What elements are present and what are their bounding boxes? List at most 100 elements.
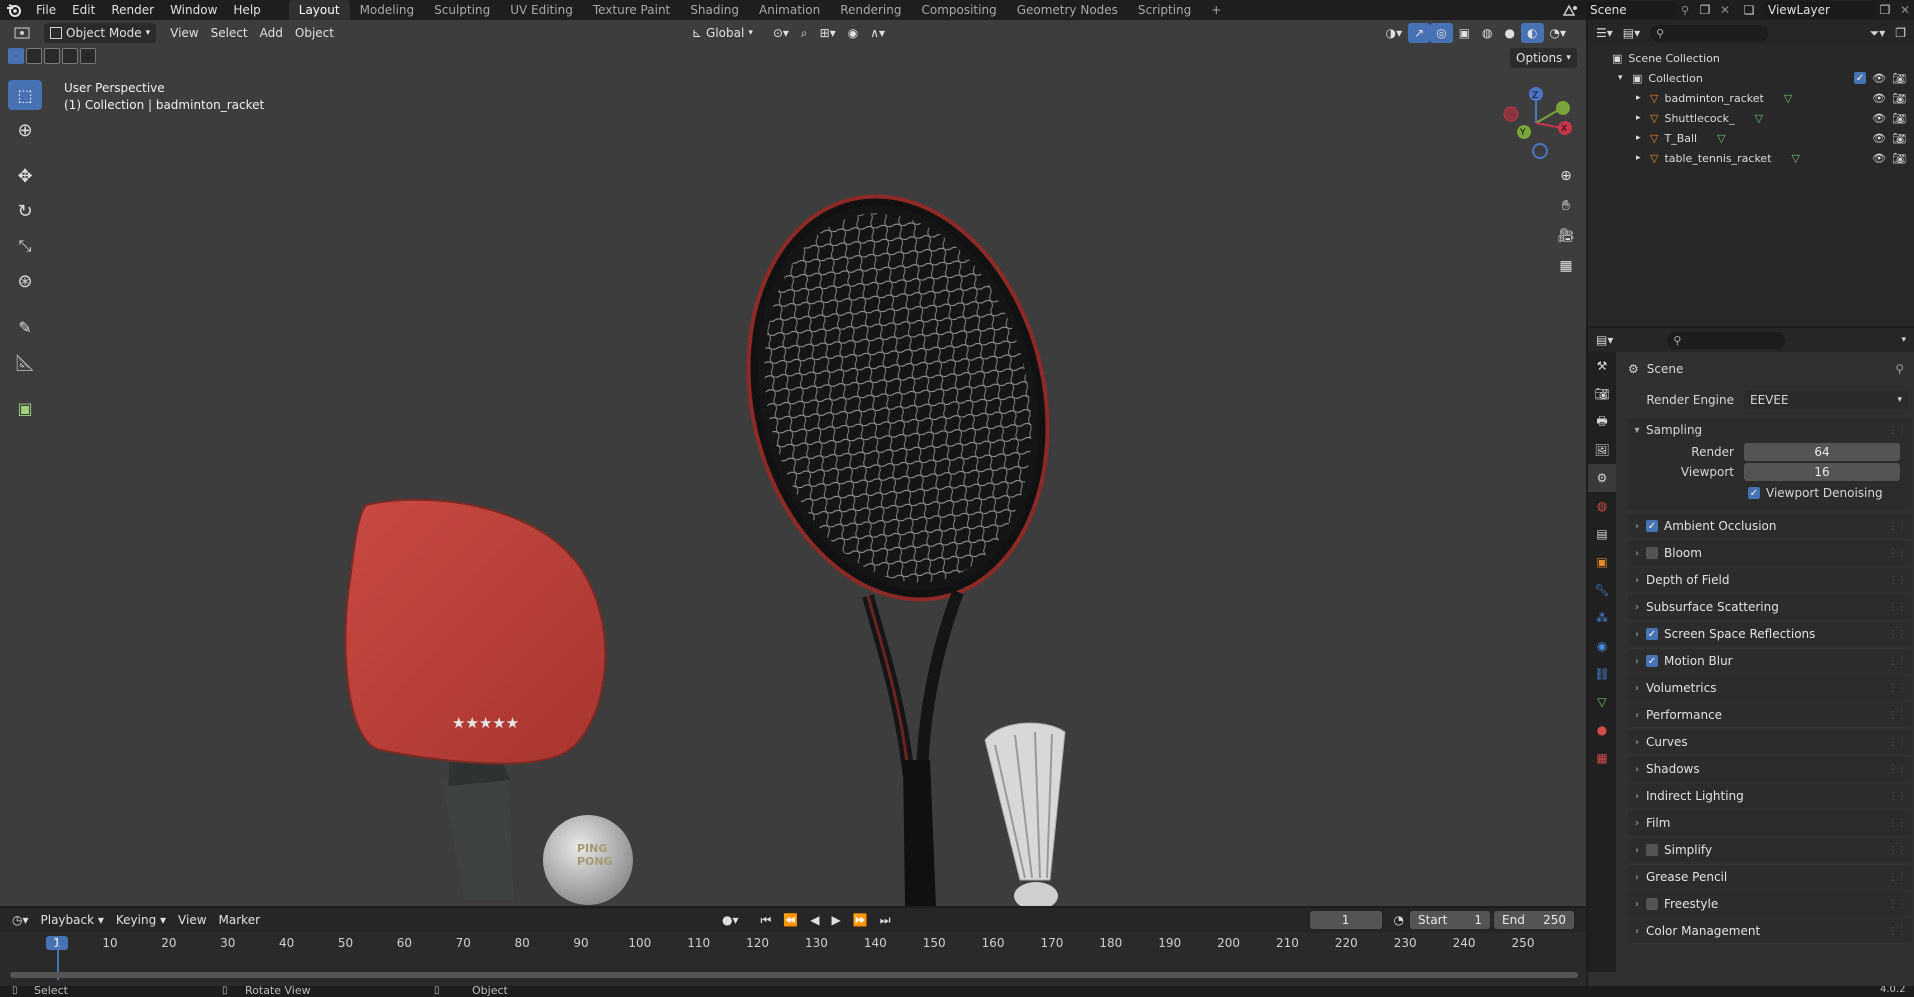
end-frame-field[interactable]: End 250: [1494, 911, 1574, 929]
eye-icon[interactable]: 👁︎: [1872, 112, 1886, 125]
pan-button[interactable]: ✋︎: [1553, 193, 1579, 219]
drag-handle-icon[interactable]: ⋮⋮: [1888, 845, 1907, 856]
mesh-data-icon[interactable]: ▽: [1755, 112, 1763, 125]
eye-icon[interactable]: 👁︎: [1872, 132, 1886, 145]
drag-handle-icon[interactable]: ⋮⋮: [1888, 791, 1907, 802]
drag-handle-icon[interactable]: ⋮⋮: [1888, 818, 1907, 829]
jump-keyframe-back-icon[interactable]: ⏪: [777, 910, 804, 930]
eye-icon[interactable]: 👁︎: [1872, 72, 1886, 85]
ping-pong-ball-model[interactable]: PING PONG: [543, 815, 633, 905]
outliner-row-object[interactable]: ▸ ▽ badminton_racket ▽ 👁︎ 📷︎: [1588, 88, 1914, 108]
tab-scene[interactable]: ⚙: [1588, 464, 1616, 492]
properties-panel[interactable]: › Freestyle ⋮⋮: [1628, 892, 1912, 916]
eye-icon[interactable]: 👁︎: [1872, 152, 1886, 165]
rendered-shading-icon[interactable]: ◔▾: [1544, 23, 1573, 43]
editor-type-icon[interactable]: [6, 23, 38, 43]
tab-view-layer[interactable]: 🖼︎: [1588, 436, 1616, 464]
mesh-data-icon[interactable]: ▽: [1717, 132, 1725, 145]
cursor-tool[interactable]: ⊕: [8, 115, 42, 145]
jump-start-icon[interactable]: ⏮: [755, 910, 778, 930]
tab-layout[interactable]: Layout: [288, 0, 350, 20]
shuttlecock-model[interactable]: [984, 722, 1066, 906]
menu-marker[interactable]: Marker: [213, 910, 266, 930]
new-collection-icon[interactable]: ❐: [1895, 26, 1906, 40]
overlay-toggle-icon[interactable]: ◎: [1430, 23, 1453, 43]
outliner-row-object[interactable]: ▸ ▽ table_tennis_racket ▽ 👁︎ 📷︎: [1588, 148, 1914, 168]
timeline-scrollbar[interactable]: [10, 972, 1578, 978]
properties-editor[interactable]: ▤▾ ⚲ ▾ ⚙ Scene ⚲ Render Engine EEVEE ▾ ▾…: [1588, 328, 1914, 986]
drag-handle-icon[interactable]: ⋮⋮: [1888, 683, 1907, 694]
menu-playback[interactable]: Playback ▾: [35, 910, 110, 930]
drag-handle-icon[interactable]: ⋮⋮: [1888, 656, 1907, 667]
drag-handle-icon[interactable]: ⋮⋮: [1888, 710, 1907, 721]
properties-panel[interactable]: › Grease Pencil ⋮⋮: [1628, 865, 1912, 889]
drag-handle-icon[interactable]: ⋮⋮: [1888, 926, 1907, 937]
tab-animation[interactable]: Animation: [749, 0, 830, 20]
panel-enable-checkbox[interactable]: [1646, 547, 1658, 559]
tab-render[interactable]: 📷︎: [1588, 380, 1616, 408]
tab-data[interactable]: ▽: [1588, 688, 1616, 716]
preview-range-icon[interactable]: ◔: [1388, 910, 1410, 930]
scale-tool[interactable]: ⤡: [8, 231, 42, 261]
outliner-row-collection[interactable]: ▾ ▣ Collection ✓ 👁︎ 📷︎: [1588, 68, 1914, 88]
3d-viewport[interactable]: ★★★★★ PING PONG Z X Y: [0, 20, 1586, 906]
scene-selector-icon[interactable]: [1556, 3, 1586, 17]
camera-icon[interactable]: 📷︎: [1892, 92, 1906, 105]
tab-world[interactable]: ◍: [1588, 492, 1616, 520]
camera-icon[interactable]: 📷︎: [1892, 152, 1906, 165]
gizmo-toggle-icon[interactable]: ↗: [1408, 23, 1431, 43]
drag-handle-icon[interactable]: ⋮⋮: [1888, 764, 1907, 775]
jump-end-icon[interactable]: ⏭: [874, 910, 897, 930]
tab-scripting[interactable]: Scripting: [1128, 0, 1201, 20]
menu-help[interactable]: Help: [225, 3, 268, 17]
remove-scene-icon[interactable]: ✕: [1716, 3, 1734, 17]
scene-name-field[interactable]: Scene: [1586, 1, 1676, 19]
menu-render[interactable]: Render: [103, 3, 162, 17]
display-mode-icon[interactable]: ▤▾: [1623, 26, 1640, 40]
tab-modifiers[interactable]: 🔧︎: [1588, 576, 1616, 604]
outliner-search-input[interactable]: ⚲: [1650, 24, 1769, 42]
snap-target-icon[interactable]: ⊞▾: [814, 23, 842, 43]
snap-icon[interactable]: ⌕: [795, 23, 814, 43]
drag-handle-icon[interactable]: ⋮⋮: [1888, 521, 1907, 532]
properties-panel[interactable]: › Volumetrics ⋮⋮: [1628, 676, 1912, 700]
tab-physics[interactable]: ◉: [1588, 632, 1616, 660]
properties-search-input[interactable]: ⚲: [1667, 331, 1786, 349]
mesh-data-icon[interactable]: ▽: [1792, 152, 1800, 165]
filter-icon[interactable]: ⏷▾: [1870, 26, 1886, 41]
tab-compositing[interactable]: Compositing: [911, 0, 1006, 20]
current-frame-field[interactable]: 1: [1309, 911, 1382, 929]
expand-arrow-icon[interactable]: ▸: [1636, 93, 1650, 103]
menu-object[interactable]: Object: [289, 23, 340, 43]
start-frame-field[interactable]: Start 1: [1410, 911, 1490, 929]
properties-panel[interactable]: › Bloom ⋮⋮: [1628, 541, 1912, 565]
expand-arrow-icon[interactable]: ▸: [1636, 133, 1650, 143]
tab-sculpting[interactable]: Sculpting: [424, 0, 500, 20]
outliner-row-object[interactable]: ▸ ▽ Shuttlecock_ ▽ 👁︎ 📷︎: [1588, 108, 1914, 128]
render-samples-field[interactable]: 64: [1744, 443, 1900, 461]
material-shading-icon[interactable]: ◐: [1521, 23, 1544, 43]
properties-panel[interactable]: › Curves ⋮⋮: [1628, 730, 1912, 754]
tab-modeling[interactable]: Modeling: [350, 0, 425, 20]
navigation-gizmo[interactable]: Z X Y: [1503, 87, 1572, 159]
play-reverse-icon[interactable]: ◀: [804, 910, 825, 930]
properties-panel[interactable]: › ✓ Screen Space Reflections ⋮⋮: [1628, 622, 1912, 646]
properties-panel[interactable]: › Indirect Lighting ⋮⋮: [1628, 784, 1912, 808]
tab-object[interactable]: ▣: [1588, 548, 1616, 576]
pivot-point-icon[interactable]: ⊙▾: [767, 23, 795, 43]
tab-geometry-nodes[interactable]: Geometry Nodes: [1007, 0, 1128, 20]
timeline-frame-ruler[interactable]: 1 10 20 30 40 50 60 70 80 90 100 110 120 130 140 150 160…: [0, 934, 1586, 954]
ortho-toggle-button[interactable]: ▦: [1553, 253, 1579, 279]
wireframe-shading-icon[interactable]: ◍: [1476, 23, 1498, 43]
tab-rendering[interactable]: Rendering: [830, 0, 911, 20]
tab-particles[interactable]: ⁂: [1588, 604, 1616, 632]
options-dropdown[interactable]: Options ▾: [1510, 48, 1577, 68]
camera-icon[interactable]: 📷︎: [1892, 72, 1906, 85]
view-layer-selector-icon[interactable]: ❏: [1734, 3, 1764, 17]
transform-tool[interactable]: ⊛: [8, 266, 42, 296]
camera-view-button[interactable]: 🎥︎: [1553, 223, 1579, 249]
new-view-layer-icon[interactable]: ❐: [1874, 3, 1896, 17]
xray-toggle-icon[interactable]: ▣: [1453, 23, 1476, 43]
expand-arrow-icon[interactable]: ▾: [1618, 73, 1632, 83]
select-subtract-icon[interactable]: [44, 48, 60, 64]
